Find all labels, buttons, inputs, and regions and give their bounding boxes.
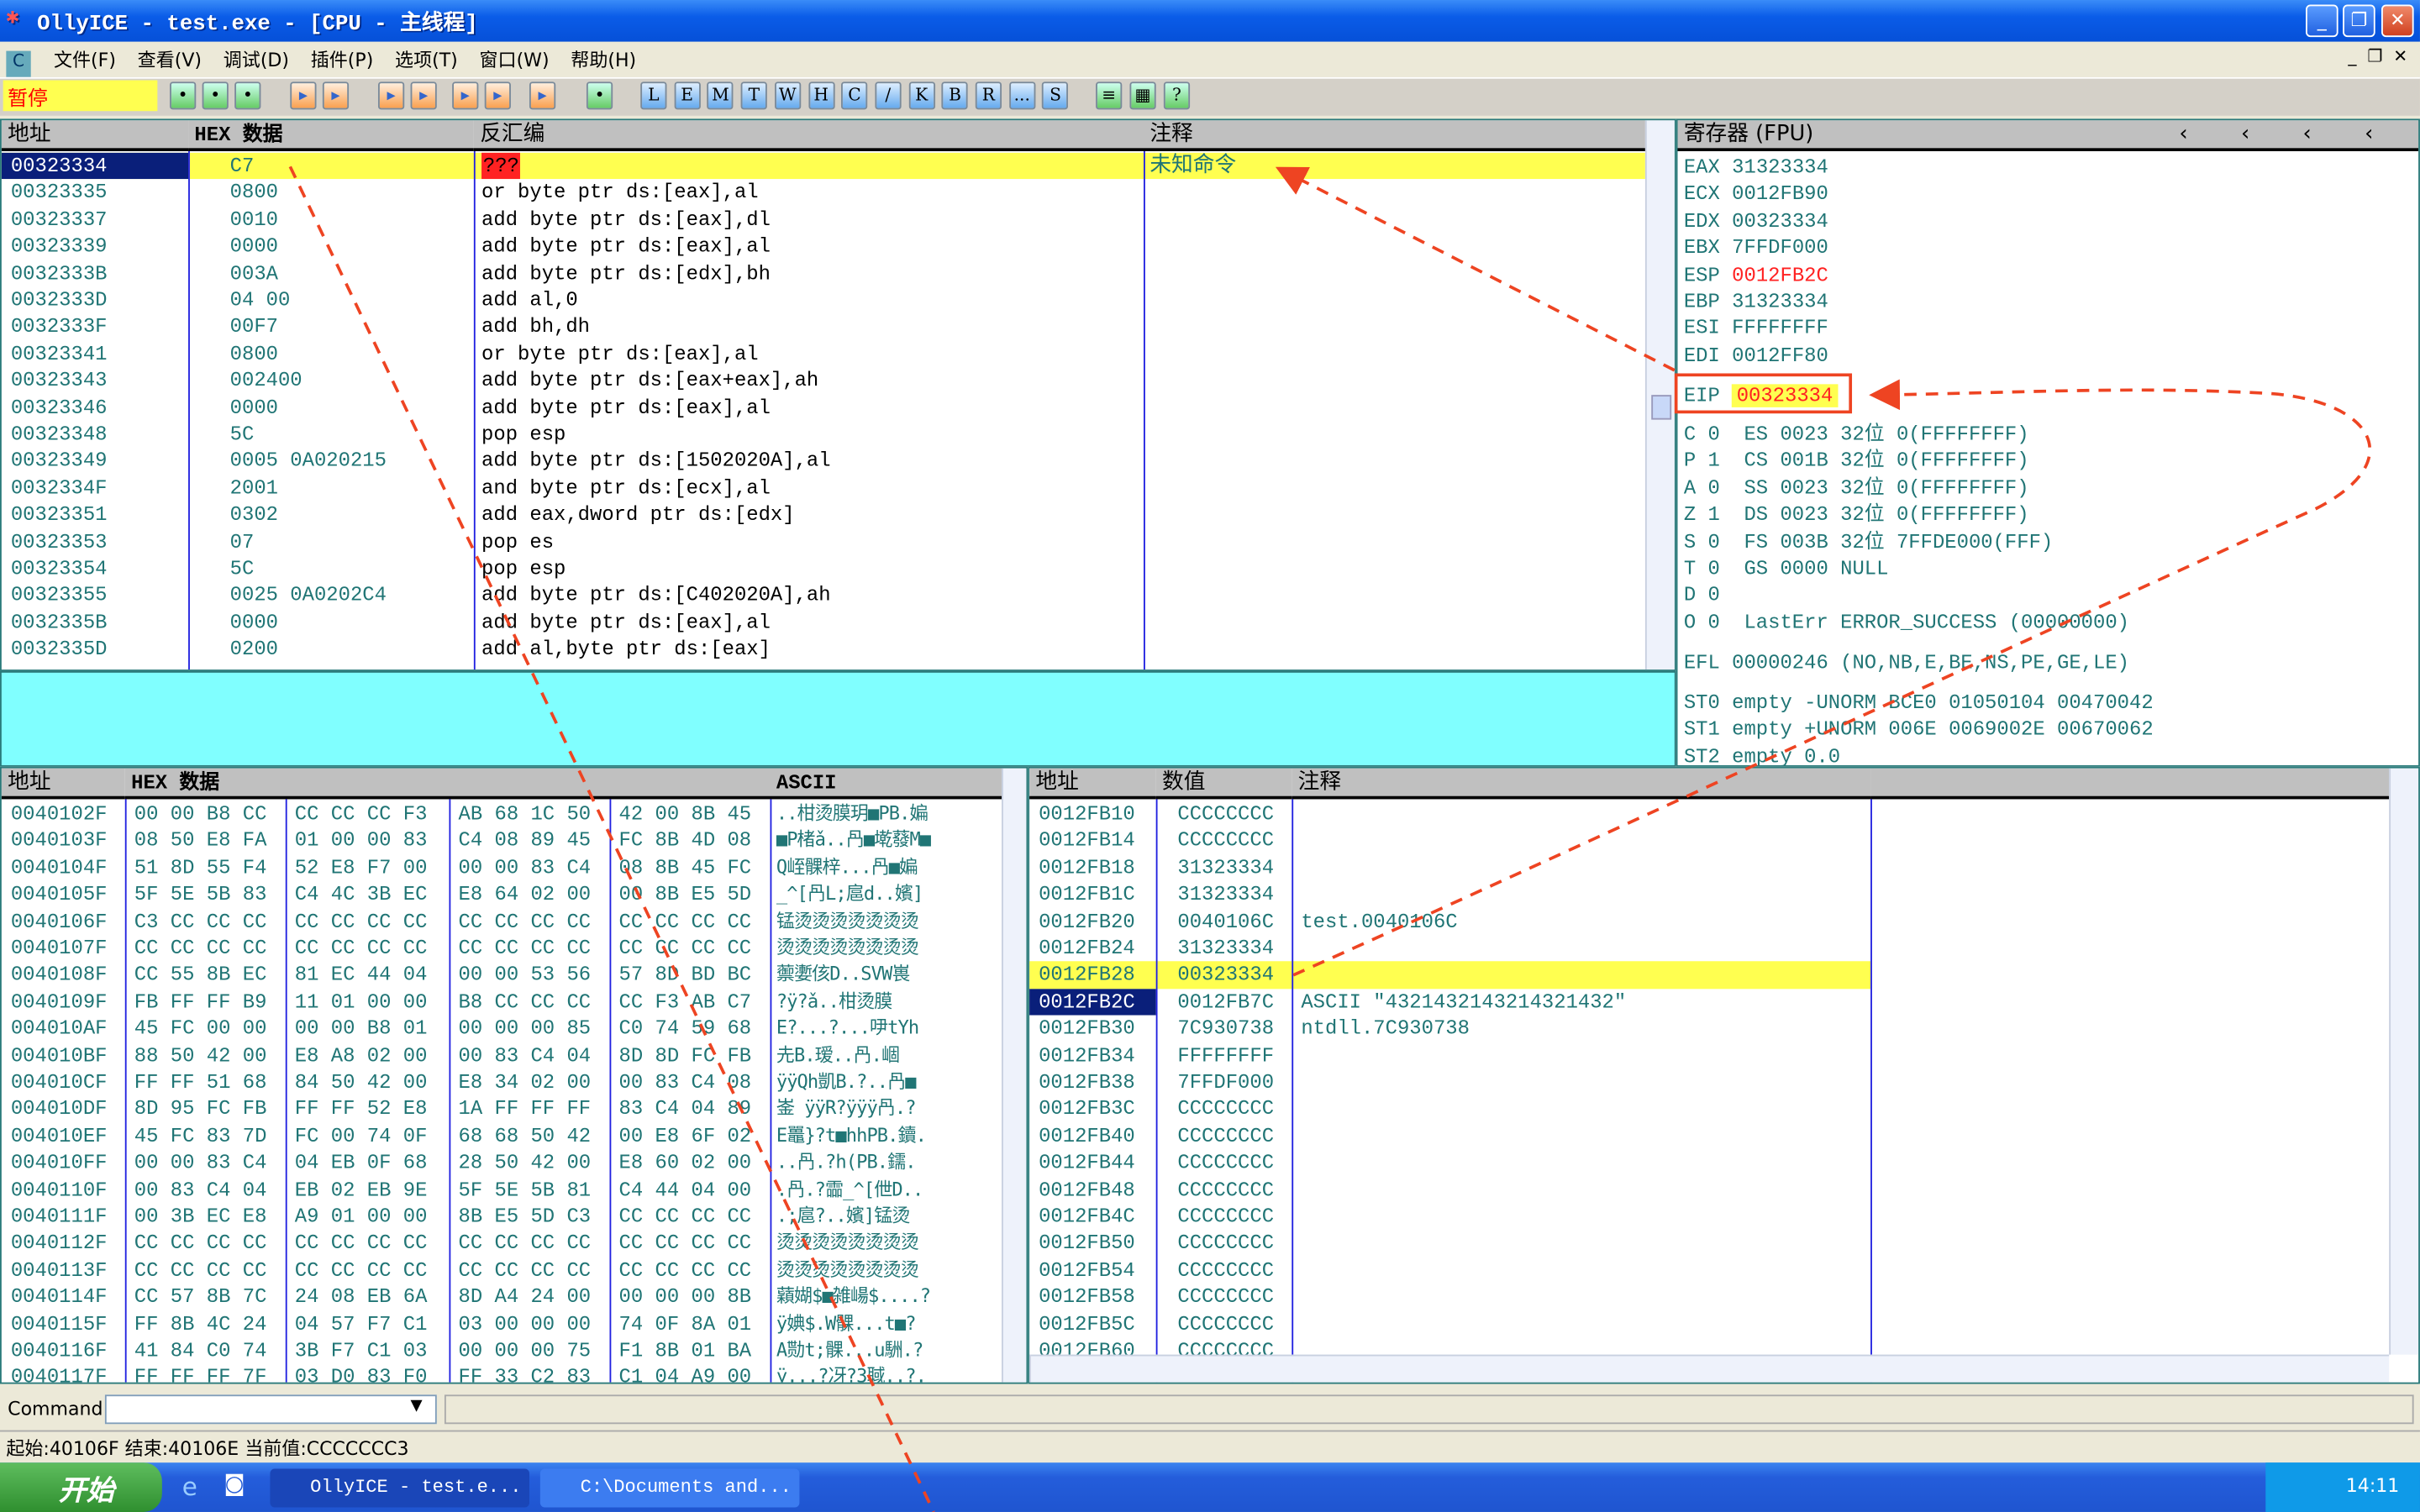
annotation-overlay (288, 165, 2372, 1512)
arrow-line-comment (1275, 166, 1676, 372)
arrow-line-hex (288, 165, 935, 1512)
eip-highlight-box (1674, 373, 1853, 414)
arrow-curve-stack (1292, 379, 2372, 977)
